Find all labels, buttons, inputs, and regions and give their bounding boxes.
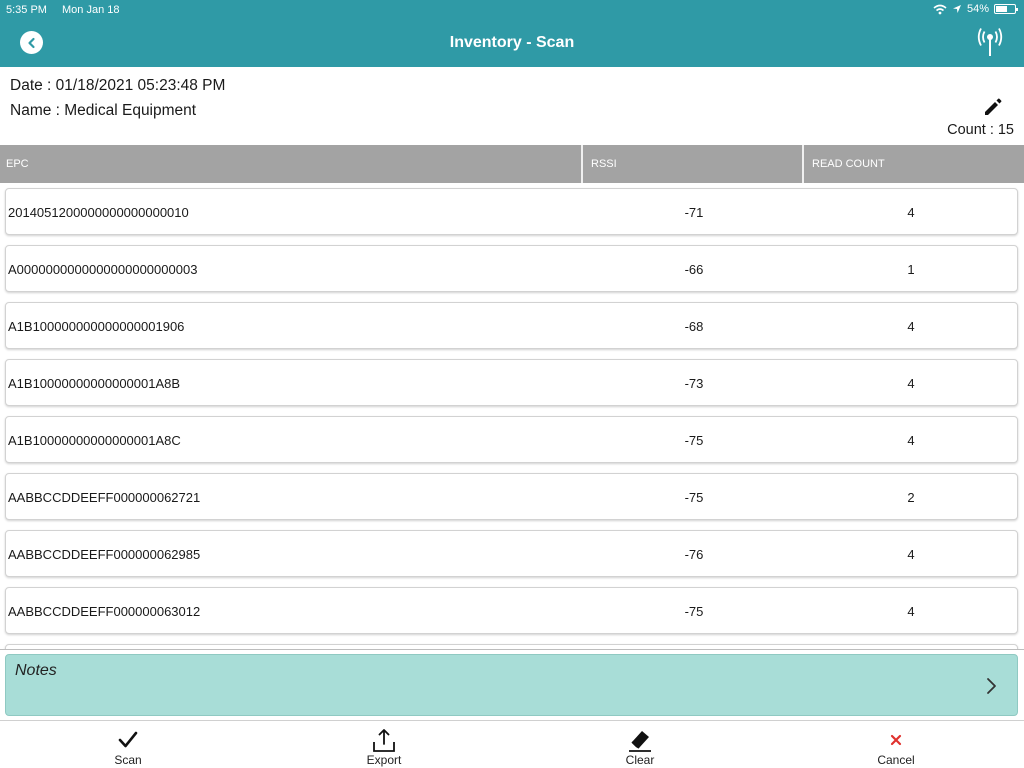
table-row[interactable]: A1B100000000000000001906 -68 4 <box>5 302 1018 349</box>
notes-row[interactable]: Notes <box>5 654 1018 716</box>
close-icon <box>890 734 902 746</box>
table-row[interactable]: 2014051200000000000000010 -71 4 <box>5 188 1018 235</box>
wifi-icon <box>933 4 947 14</box>
table-row[interactable]: A0000000000000000000000003 -66 1 <box>5 245 1018 292</box>
column-header-rssi[interactable]: RSSI <box>585 145 804 183</box>
export-button[interactable]: Export <box>324 721 444 768</box>
battery-icon <box>994 4 1018 14</box>
scan-button[interactable]: Scan <box>68 721 188 768</box>
row-epc: A1B100000000000000001906 <box>8 319 185 334</box>
page-title: Inventory - Scan <box>449 34 575 51</box>
row-rssi: -73 <box>684 376 704 391</box>
row-rssi: -75 <box>684 604 704 619</box>
table-header: EPC RSSI READ COUNT <box>0 145 1024 183</box>
row-rssi: -75 <box>684 490 704 505</box>
clear-label: Clear <box>625 753 655 767</box>
status-time: 5:35 PM <box>6 4 47 16</box>
scan-info: Date : 01/18/2021 05:23:48 PM Name : Med… <box>10 73 225 123</box>
chevron-right-icon <box>987 678 996 694</box>
table-row[interactable]: AABBCCDDEEFF000000062721 -75 2 <box>5 473 1018 520</box>
column-header-read-count[interactable]: READ COUNT <box>806 145 1024 183</box>
status-bar: 5:35 PM Mon Jan 18 54% <box>0 0 1024 20</box>
clear-button[interactable]: Clear <box>580 721 700 768</box>
column-header-epc[interactable]: EPC <box>0 145 583 183</box>
row-epc: AABBCCDDEEFF000000063012 <box>8 604 201 619</box>
battery-percent: 54% <box>966 3 989 15</box>
row-epc: A0000000000000000000000003 <box>8 262 198 277</box>
table-row[interactable]: AABBCCDDEEFF000000062985 -76 4 <box>5 530 1018 577</box>
eraser-icon <box>629 731 651 752</box>
table-row[interactable]: A1B10000000000000001A8B -73 4 <box>5 359 1018 406</box>
row-read-count: 4 <box>907 319 915 334</box>
divider <box>0 649 1024 650</box>
status-date: Mon Jan 18 <box>62 4 120 16</box>
status-right: 54% <box>933 3 1018 15</box>
row-read-count: 4 <box>907 433 915 448</box>
row-read-count: 4 <box>907 376 915 391</box>
row-rssi: -75 <box>684 433 704 448</box>
row-epc: AABBCCDDEEFF000000062721 <box>8 490 201 505</box>
checkmark-icon <box>118 731 138 748</box>
row-read-count: 4 <box>907 205 915 220</box>
row-epc: AABBCCDDEEFF000000062985 <box>8 547 201 562</box>
row-rssi: -71 <box>684 205 704 220</box>
location-icon <box>952 5 961 13</box>
cancel-button[interactable]: Cancel <box>836 721 956 768</box>
notes-label: Notes <box>15 662 57 679</box>
scan-label: Scan <box>114 753 142 767</box>
rfid-antenna-icon[interactable] <box>976 26 1004 60</box>
scan-name: Name : Medical Equipment <box>10 102 197 119</box>
count-label: Count : <box>947 122 994 138</box>
row-epc: A1B10000000000000001A8C <box>8 433 181 448</box>
tag-count: Count :15 <box>947 122 1014 138</box>
pencil-icon[interactable] <box>982 96 1004 118</box>
bottom-toolbar: Scan Export Clear Cancel <box>0 720 1024 768</box>
table-row[interactable]: A1B10000000000000001A8C -75 4 <box>5 416 1018 463</box>
row-rssi: -76 <box>684 547 704 562</box>
row-read-count: 4 <box>907 547 915 562</box>
scan-date: Date : 01/18/2021 05:23:48 PM <box>10 77 226 94</box>
row-rssi: -66 <box>684 262 704 277</box>
tag-list[interactable]: 2014051200000000000000010 -71 4 A0000000… <box>0 183 1024 649</box>
table-row[interactable]: AABBCCDDEEFF000000063012 -75 4 <box>5 587 1018 634</box>
row-epc: A1B10000000000000001A8B <box>8 376 181 391</box>
row-read-count: 1 <box>907 262 915 277</box>
row-epc: 2014051200000000000000010 <box>8 205 189 220</box>
row-rssi: -68 <box>684 319 704 334</box>
count-value: 15 <box>997 122 1014 138</box>
nav-bar: Inventory - Scan <box>0 20 1024 67</box>
export-label: Export <box>366 753 402 767</box>
row-read-count: 2 <box>907 490 915 505</box>
cancel-label: Cancel <box>877 753 915 767</box>
row-read-count: 4 <box>907 604 915 619</box>
share-icon <box>373 729 395 752</box>
